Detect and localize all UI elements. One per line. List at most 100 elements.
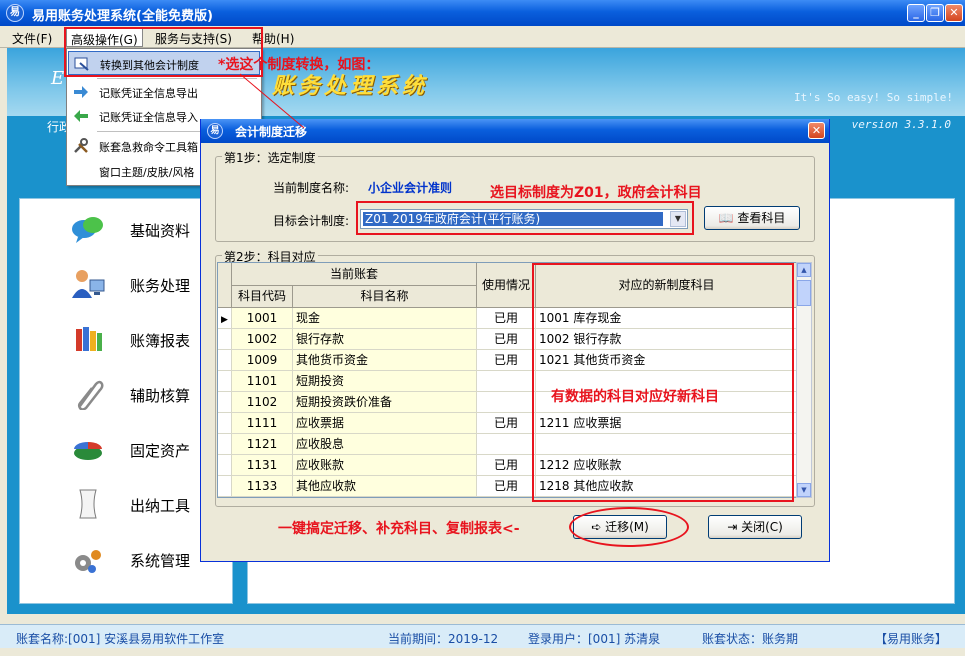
menu-item-label: 账套急救命令工具箱 xyxy=(99,141,198,154)
app-logo-icon: 易 xyxy=(6,4,24,22)
header-usage: 使用情况 xyxy=(477,263,536,308)
target-system-label: 目标会计制度: xyxy=(273,214,350,228)
cell-usage: 已用 xyxy=(477,350,536,371)
cell-code: 1121 xyxy=(232,434,293,455)
maximize-button[interactable]: ❐ xyxy=(926,4,944,22)
cell-usage: 已用 xyxy=(477,476,536,497)
status-brand: 【易用账务】 xyxy=(875,632,948,646)
document-icon xyxy=(79,489,97,519)
sidebar-label: 账务处理 xyxy=(130,277,191,295)
cell-name: 应收账款 xyxy=(293,455,477,476)
header-name: 科目名称 xyxy=(293,286,477,308)
sidebar-label: 辅助核算 xyxy=(130,387,191,405)
paperclip-icon xyxy=(77,380,104,410)
cell-code: 1131 xyxy=(232,455,293,476)
menu-item-label: 窗口主题/皮肤/风格 xyxy=(99,166,195,179)
status-bar: 账套名称:[001] 安溪县易用软件工作室 当前期间：2019-12 登录用户：… xyxy=(0,624,965,648)
close-window-button[interactable]: ✕ xyxy=(945,4,963,22)
view-accounts-label: 查看科目 xyxy=(737,211,786,225)
banner-logo: E xyxy=(51,68,65,89)
sidebar-label: 出纳工具 xyxy=(130,497,191,515)
header-code: 科目代码 xyxy=(232,286,293,308)
cell-code: 1102 xyxy=(232,392,293,413)
annotation-one-click-hint: 一键搞定迁移、补充科目、复制报表<- xyxy=(278,521,520,537)
cell-usage: 已用 xyxy=(477,329,536,350)
exit-door-icon: ⇥ xyxy=(727,520,742,534)
gears-icon xyxy=(75,550,101,573)
sidebar-label: 账簿报表 xyxy=(130,332,191,350)
close-label: 关闭(C) xyxy=(741,520,783,534)
cell-name: 现金 xyxy=(293,308,477,329)
sidebar-label: 系统管理 xyxy=(130,552,191,570)
main-title-bar: 易 易用账务处理系统(全能免费版) _ ❐ ✕ xyxy=(0,0,965,26)
cell-code: 1002 xyxy=(232,329,293,350)
annotation-select-conversion: *选这个制度转换，如图： xyxy=(218,57,380,73)
row-indicator: ▶ xyxy=(218,308,232,329)
cell-usage: 已用 xyxy=(477,455,536,476)
row-indicator xyxy=(218,329,232,350)
current-row-marker-icon: ▶ xyxy=(221,315,228,325)
cell-name: 短期投资跌价准备 xyxy=(293,392,477,413)
minimize-button[interactable]: _ xyxy=(907,4,925,22)
current-system-label: 当前制度名称: xyxy=(273,181,350,195)
row-indicator xyxy=(218,350,232,371)
row-header-corner xyxy=(218,263,232,308)
header-current-set: 当前账套 xyxy=(232,263,477,286)
cell-name: 其他应收款 xyxy=(293,476,477,497)
cell-code: 1001 xyxy=(232,308,293,329)
row-indicator xyxy=(218,371,232,392)
pie-chart-icon xyxy=(74,442,102,460)
cell-name: 其他货币资金 xyxy=(293,350,477,371)
cell-usage xyxy=(477,434,536,455)
row-indicator xyxy=(218,413,232,434)
dialog-logo-icon: 易 xyxy=(207,123,223,139)
view-accounts-button[interactable]: 📖 查看科目 xyxy=(704,206,800,230)
cell-usage xyxy=(477,371,536,392)
export-arrow-icon xyxy=(74,86,88,98)
cell-name: 银行存款 xyxy=(293,329,477,350)
cell-code: 1111 xyxy=(232,413,293,434)
menu-item-label: 记账凭证全信息导入 xyxy=(99,111,198,124)
annotation-mapping-hint: 有数据的科目对应好新科目 xyxy=(551,389,719,405)
close-button[interactable]: ⇥ 关闭(C) xyxy=(708,515,802,539)
row-indicator xyxy=(218,455,232,476)
menu-separator xyxy=(97,78,257,79)
menu-item-export-vouchers[interactable]: 记账凭证全信息导出 xyxy=(68,80,260,104)
annotation-box-mapping xyxy=(532,263,794,502)
menu-item-label: 记账凭证全信息导出 xyxy=(99,87,198,100)
scroll-down-icon[interactable]: ▼ xyxy=(797,483,811,497)
status-user: 登录用户：[001] 苏清泉 xyxy=(528,632,661,646)
books-icon xyxy=(76,327,102,351)
dialog-close-icon[interactable]: ✕ xyxy=(808,122,825,139)
cell-usage: 已用 xyxy=(477,413,536,434)
version-label: version 3.3.1.0 xyxy=(851,118,951,131)
banner-slogan: It's So easy! So simple! xyxy=(794,91,953,104)
status-state: 账套状态：账务期 xyxy=(702,632,799,646)
row-indicator xyxy=(218,392,232,413)
step1-legend: 第1步：选定制度 xyxy=(222,149,318,166)
window-title: 易用账务处理系统(全能免费版) xyxy=(32,9,213,24)
row-indicator xyxy=(218,476,232,497)
menu-file[interactable]: 文件(F) xyxy=(12,30,52,47)
cell-name: 应收票据 xyxy=(293,413,477,434)
annotation-box-target xyxy=(356,201,694,235)
annotation-oval-migrate xyxy=(569,507,689,547)
cell-name: 短期投资 xyxy=(293,371,477,392)
cell-code: 1009 xyxy=(232,350,293,371)
tools-icon xyxy=(74,138,88,153)
annotation-arrow-icon xyxy=(239,73,305,129)
cell-code: 1133 xyxy=(232,476,293,497)
status-account-set: 账套名称:[001] 安溪县易用软件工作室 xyxy=(16,632,225,646)
import-arrow-icon xyxy=(74,110,88,122)
table-scrollbar[interactable]: ▲ ▼ xyxy=(796,262,812,498)
cell-name: 应收股息 xyxy=(293,434,477,455)
cell-usage xyxy=(477,392,536,413)
user-computer-icon xyxy=(72,270,105,298)
row-indicator xyxy=(218,434,232,455)
scroll-up-icon[interactable]: ▲ xyxy=(797,263,811,277)
cell-usage: 已用 xyxy=(477,308,536,329)
chat-bubble-icon xyxy=(72,217,103,243)
scroll-thumb[interactable] xyxy=(797,280,811,306)
sidebar-label: 基础资料 xyxy=(130,222,191,240)
book-icon: 📖 xyxy=(718,211,738,225)
